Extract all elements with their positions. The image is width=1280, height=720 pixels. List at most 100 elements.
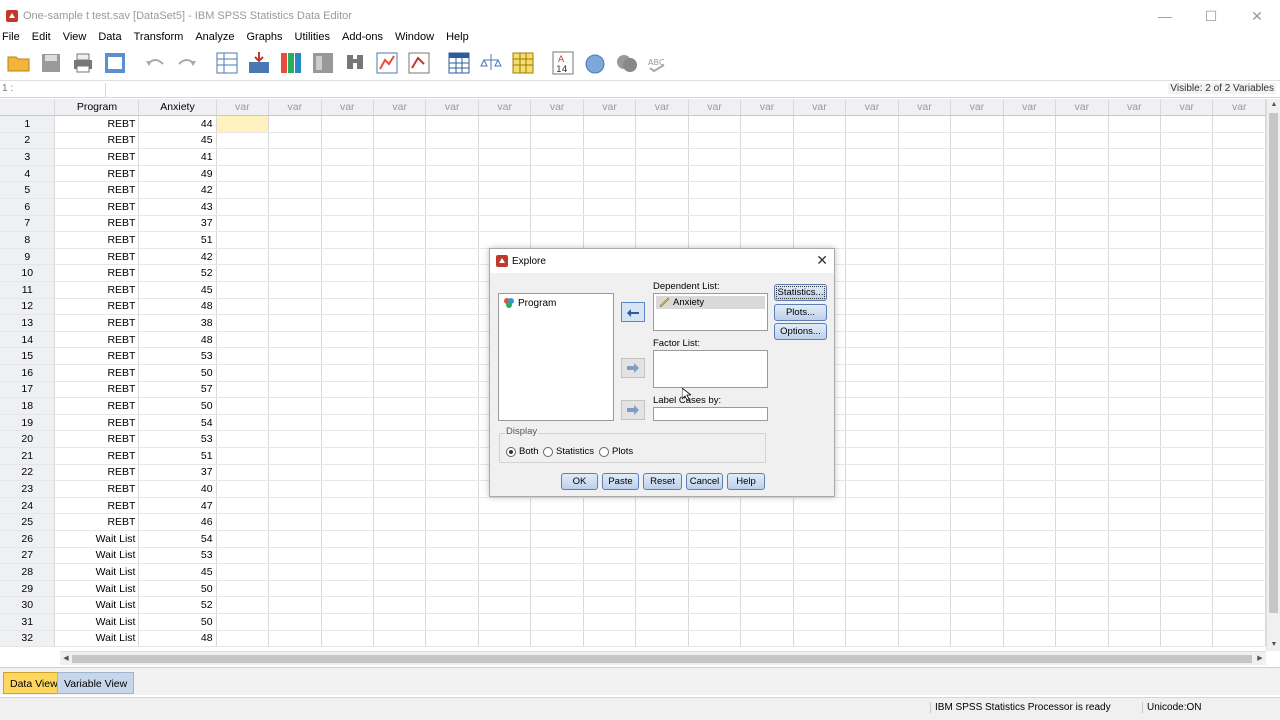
row-number[interactable]: 30 [0,596,56,614]
cell-empty[interactable] [321,198,374,216]
cell-empty[interactable] [845,132,899,150]
cell-empty[interactable] [1212,513,1266,531]
cell-empty[interactable] [1003,281,1057,299]
cell-empty[interactable] [478,547,532,565]
cell-empty[interactable] [373,198,427,216]
cell-empty[interactable] [216,596,270,614]
cell-empty[interactable] [635,563,689,581]
cell-empty[interactable] [321,530,374,548]
cell-empty[interactable] [425,480,479,498]
cell-empty[interactable] [321,497,374,515]
cell-empty[interactable] [321,281,374,299]
find-icon[interactable] [342,50,368,76]
cell-empty[interactable] [530,215,584,233]
cell-empty[interactable] [950,148,1004,166]
cell-program[interactable]: REBT [54,397,140,415]
cell-empty[interactable] [321,115,374,133]
cell-empty[interactable] [845,281,899,299]
menu-window[interactable]: Window [389,31,440,43]
cell-empty[interactable] [1108,464,1162,482]
column-header-var[interactable]: var [216,99,270,117]
cell-empty[interactable] [898,547,952,565]
help-button[interactable]: Help [727,473,765,490]
cell-empty[interactable] [373,264,427,283]
cell-empty[interactable] [373,497,427,515]
row-number[interactable]: 25 [0,513,56,531]
cell-anxiety[interactable]: 43 [138,198,217,216]
cell-empty[interactable] [268,264,322,283]
cell-empty[interactable] [425,215,479,233]
cell-empty[interactable] [268,248,322,266]
cell-empty[interactable] [216,580,270,598]
cell-empty[interactable] [635,497,689,515]
cell-empty[interactable] [268,630,322,648]
cell-empty[interactable] [216,115,270,133]
variables-icon[interactable] [374,50,400,76]
cell-empty[interactable] [950,630,1004,648]
cell-empty[interactable] [216,248,270,266]
cell-program[interactable]: REBT [54,364,140,382]
factor-list[interactable] [653,350,768,388]
cell-empty[interactable] [321,596,374,614]
cell-anxiety[interactable]: 51 [138,447,217,465]
row-number[interactable]: 21 [0,447,56,465]
cell-empty[interactable] [321,430,374,448]
cell-empty[interactable] [1160,630,1214,648]
cell-empty[interactable] [1055,547,1109,565]
cell-empty[interactable] [321,181,374,200]
cell-empty[interactable] [1055,248,1109,266]
cell-program[interactable]: REBT [54,198,140,216]
cell-empty[interactable] [1003,397,1057,415]
cell-empty[interactable] [793,215,847,233]
cell-empty[interactable] [373,314,427,332]
cell-empty[interactable] [425,430,479,448]
cell-empty[interactable] [530,630,584,648]
cell-empty[interactable] [268,447,322,465]
cell-empty[interactable] [1108,513,1162,531]
cell-empty[interactable] [688,630,742,648]
cell-empty[interactable] [950,364,1004,382]
cell-program[interactable]: REBT [54,314,140,332]
cell-empty[interactable] [950,314,1004,332]
cell-empty[interactable] [425,364,479,382]
cell-empty[interactable] [1160,480,1214,498]
cell-empty[interactable] [321,215,374,233]
cell-program[interactable]: REBT [54,132,140,150]
cell-empty[interactable] [1003,115,1057,133]
cell-empty[interactable] [1212,397,1266,415]
cell-empty[interactable] [845,497,899,515]
cell-empty[interactable] [1003,314,1057,332]
cell-empty[interactable] [530,563,584,581]
cell-empty[interactable] [1212,347,1266,365]
cell-empty[interactable] [321,165,374,183]
cell-program[interactable]: REBT [54,347,140,365]
cell-empty[interactable] [530,580,584,598]
cell-empty[interactable] [1055,148,1109,166]
cell-empty[interactable] [216,148,270,166]
cell-empty[interactable] [425,397,479,415]
cell-empty[interactable] [1160,148,1214,166]
cell-program[interactable]: REBT [54,181,140,200]
cell-empty[interactable] [478,613,532,631]
cell-empty[interactable] [1003,215,1057,233]
cell-empty[interactable] [1108,314,1162,332]
cell-empty[interactable] [321,613,374,631]
cell-empty[interactable] [478,513,532,531]
cell-empty[interactable] [425,613,479,631]
dialog-title-bar[interactable]: Explore ✕ [490,249,834,273]
ok-button[interactable]: OK [561,473,598,490]
cell-empty[interactable] [898,613,952,631]
cell-program[interactable]: Wait List [54,613,140,631]
cell-empty[interactable] [1108,397,1162,415]
cell-program[interactable]: REBT [54,331,140,349]
cell-empty[interactable] [478,165,532,183]
spell-check-icon[interactable]: ABC [646,50,672,76]
redo-icon[interactable] [174,50,200,76]
cell-empty[interactable] [1212,430,1266,448]
cell-anxiety[interactable]: 46 [138,513,217,531]
vertical-scrollbar[interactable]: ▲ ▼ [1266,99,1280,651]
cell-empty[interactable] [1160,497,1214,515]
cell-empty[interactable] [1212,414,1266,432]
minimize-button[interactable]: — [1142,0,1188,32]
cell-empty[interactable] [321,447,374,465]
